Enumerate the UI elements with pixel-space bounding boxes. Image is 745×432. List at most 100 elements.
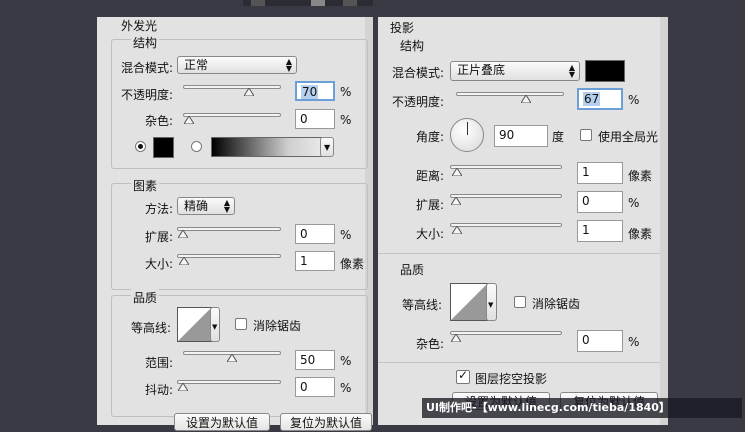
ds-blend-mode-label: 混合模式: bbox=[392, 66, 445, 80]
spread-input[interactable]: 0 bbox=[295, 224, 335, 244]
ds-quality-title: 品质 bbox=[400, 263, 425, 277]
ds-noise-input[interactable]: 0 bbox=[577, 330, 623, 352]
technique-select[interactable]: 精确 ▲ ▼ bbox=[177, 197, 235, 215]
jitter-slider-thumb[interactable] bbox=[177, 380, 189, 392]
chevron-down-icon: ▼ bbox=[488, 301, 494, 309]
top-toolbar-strip bbox=[243, 0, 373, 6]
ds-anti-alias-checkbox[interactable] bbox=[514, 296, 526, 308]
noise-slider[interactable] bbox=[183, 113, 281, 125]
glow-color-swatch[interactable] bbox=[153, 137, 174, 158]
ds-opacity-slider[interactable] bbox=[456, 92, 564, 104]
ds-spread-slider[interactable] bbox=[450, 194, 562, 206]
range-input[interactable]: 50 bbox=[295, 350, 335, 370]
ds-contour-label: 等高线: bbox=[402, 298, 443, 312]
ds-noise-slider[interactable] bbox=[450, 331, 562, 343]
knockout-checkbox[interactable] bbox=[456, 368, 470, 384]
select-arrows-icon: ▲ ▼ bbox=[568, 63, 575, 79]
drop-shadow-panel: 投影 结构 混合模式: 正片叠底 ▲ ▼ 不透明度: 67 % 角度: 90 度 … bbox=[378, 17, 668, 425]
anti-alias-label: 消除锯齿 bbox=[253, 319, 302, 333]
range-label: 范围: bbox=[145, 356, 174, 370]
select-arrows-icon: ▲ ▼ bbox=[285, 57, 292, 73]
ds-size-unit: 像素 bbox=[628, 227, 653, 241]
reset-default-button[interactable]: 复位为默认值 bbox=[280, 413, 372, 431]
gradient-radio[interactable] bbox=[191, 141, 202, 152]
angle-dial[interactable] bbox=[450, 118, 484, 152]
ds-size-input[interactable]: 1 bbox=[577, 220, 623, 242]
noise-input[interactable]: 0 bbox=[295, 109, 335, 129]
size-slider-thumb[interactable] bbox=[178, 254, 190, 266]
toolbar-icon bbox=[251, 0, 265, 6]
ds-anti-alias-label: 消除锯齿 bbox=[532, 297, 581, 311]
ds-contour-dropdown[interactable]: ▼ bbox=[486, 283, 497, 321]
range-slider[interactable] bbox=[183, 351, 281, 363]
ds-opacity-unit: % bbox=[628, 93, 640, 107]
distance-label: 距离: bbox=[416, 169, 445, 183]
noise-slider-thumb[interactable] bbox=[183, 113, 195, 125]
size-slider[interactable] bbox=[177, 254, 281, 266]
contour-linear-icon bbox=[451, 284, 487, 320]
spread-slider[interactable] bbox=[177, 227, 281, 239]
jitter-unit: % bbox=[340, 381, 352, 395]
noise-label: 杂色: bbox=[145, 114, 174, 128]
ds-opacity-label: 不透明度: bbox=[392, 95, 445, 109]
angle-input[interactable]: 90 bbox=[494, 125, 548, 147]
chevron-down-icon: ▼ bbox=[324, 143, 331, 152]
jitter-input[interactable]: 0 bbox=[295, 377, 335, 397]
opacity-slider[interactable] bbox=[183, 85, 281, 97]
blend-mode-select[interactable]: 正常 ▲ ▼ bbox=[177, 56, 297, 74]
size-unit: 像素 bbox=[340, 257, 365, 271]
watermark-banner: UI制作吧-【www.linecg.com/tieba/1840】 bbox=[422, 398, 742, 418]
ds-spread-input[interactable]: 0 bbox=[577, 191, 623, 213]
range-slider-thumb[interactable] bbox=[226, 351, 238, 363]
ds-opacity-input[interactable]: 67 bbox=[577, 88, 623, 110]
technique-label: 方法: bbox=[145, 202, 174, 216]
spread-slider-thumb[interactable] bbox=[177, 227, 189, 239]
gradient-swatch[interactable] bbox=[211, 137, 322, 157]
elements-title: 图素 bbox=[131, 177, 160, 194]
global-light-checkbox[interactable] bbox=[580, 129, 592, 141]
toolbar-icon bbox=[311, 0, 325, 6]
spread-label: 扩展: bbox=[145, 230, 174, 244]
ds-spread-label: 扩展: bbox=[416, 198, 445, 212]
ds-contour-preview[interactable] bbox=[450, 283, 488, 321]
spread-unit: % bbox=[340, 228, 352, 242]
distance-slider-thumb[interactable] bbox=[451, 165, 463, 177]
anti-alias-checkbox[interactable] bbox=[235, 318, 247, 330]
chevron-down-icon: ▼ bbox=[212, 323, 218, 331]
solid-color-radio[interactable] bbox=[135, 141, 146, 152]
blend-mode-label: 混合模式: bbox=[121, 61, 174, 75]
opacity-label: 不透明度: bbox=[121, 88, 174, 102]
contour-preview[interactable] bbox=[177, 307, 212, 342]
shadow-color-swatch[interactable] bbox=[585, 60, 625, 82]
make-default-button[interactable]: 设置为默认值 bbox=[174, 413, 270, 431]
quality-title: 品质 bbox=[131, 289, 160, 306]
gradient-dropdown[interactable]: ▼ bbox=[320, 137, 334, 157]
ds-noise-label: 杂色: bbox=[416, 337, 445, 351]
ds-size-slider-thumb[interactable] bbox=[451, 223, 463, 235]
distance-unit: 像素 bbox=[628, 169, 653, 183]
global-light-label: 使用全局光 bbox=[598, 130, 659, 144]
ds-noise-unit: % bbox=[628, 335, 640, 349]
contour-dropdown[interactable]: ▼ bbox=[210, 307, 220, 342]
noise-unit: % bbox=[340, 113, 352, 127]
section-divider bbox=[378, 253, 660, 254]
ds-size-slider[interactable] bbox=[450, 223, 562, 235]
ds-noise-slider-thumb[interactable] bbox=[450, 331, 462, 343]
ds-blend-mode-select[interactable]: 正片叠底 ▲ ▼ bbox=[450, 61, 580, 81]
opacity-input[interactable]: 70 bbox=[295, 81, 335, 101]
size-input[interactable]: 1 bbox=[295, 251, 335, 271]
jitter-slider[interactable] bbox=[177, 380, 281, 392]
ds-spread-unit: % bbox=[628, 196, 640, 210]
angle-unit: 度 bbox=[552, 130, 565, 144]
distance-slider[interactable] bbox=[450, 165, 562, 177]
angle-needle-icon bbox=[467, 122, 468, 135]
ds-spread-slider-thumb[interactable] bbox=[450, 194, 462, 206]
opacity-slider-thumb[interactable] bbox=[243, 85, 256, 97]
ds-opacity-slider-thumb[interactable] bbox=[520, 92, 533, 104]
ds-structure-title: 结构 bbox=[400, 39, 425, 53]
contour-label: 等高线: bbox=[131, 321, 172, 335]
outer-glow-title: 外发光 bbox=[121, 19, 158, 33]
distance-input[interactable]: 1 bbox=[577, 162, 623, 184]
range-unit: % bbox=[340, 354, 352, 368]
select-arrows-icon: ▲ ▼ bbox=[223, 198, 230, 214]
